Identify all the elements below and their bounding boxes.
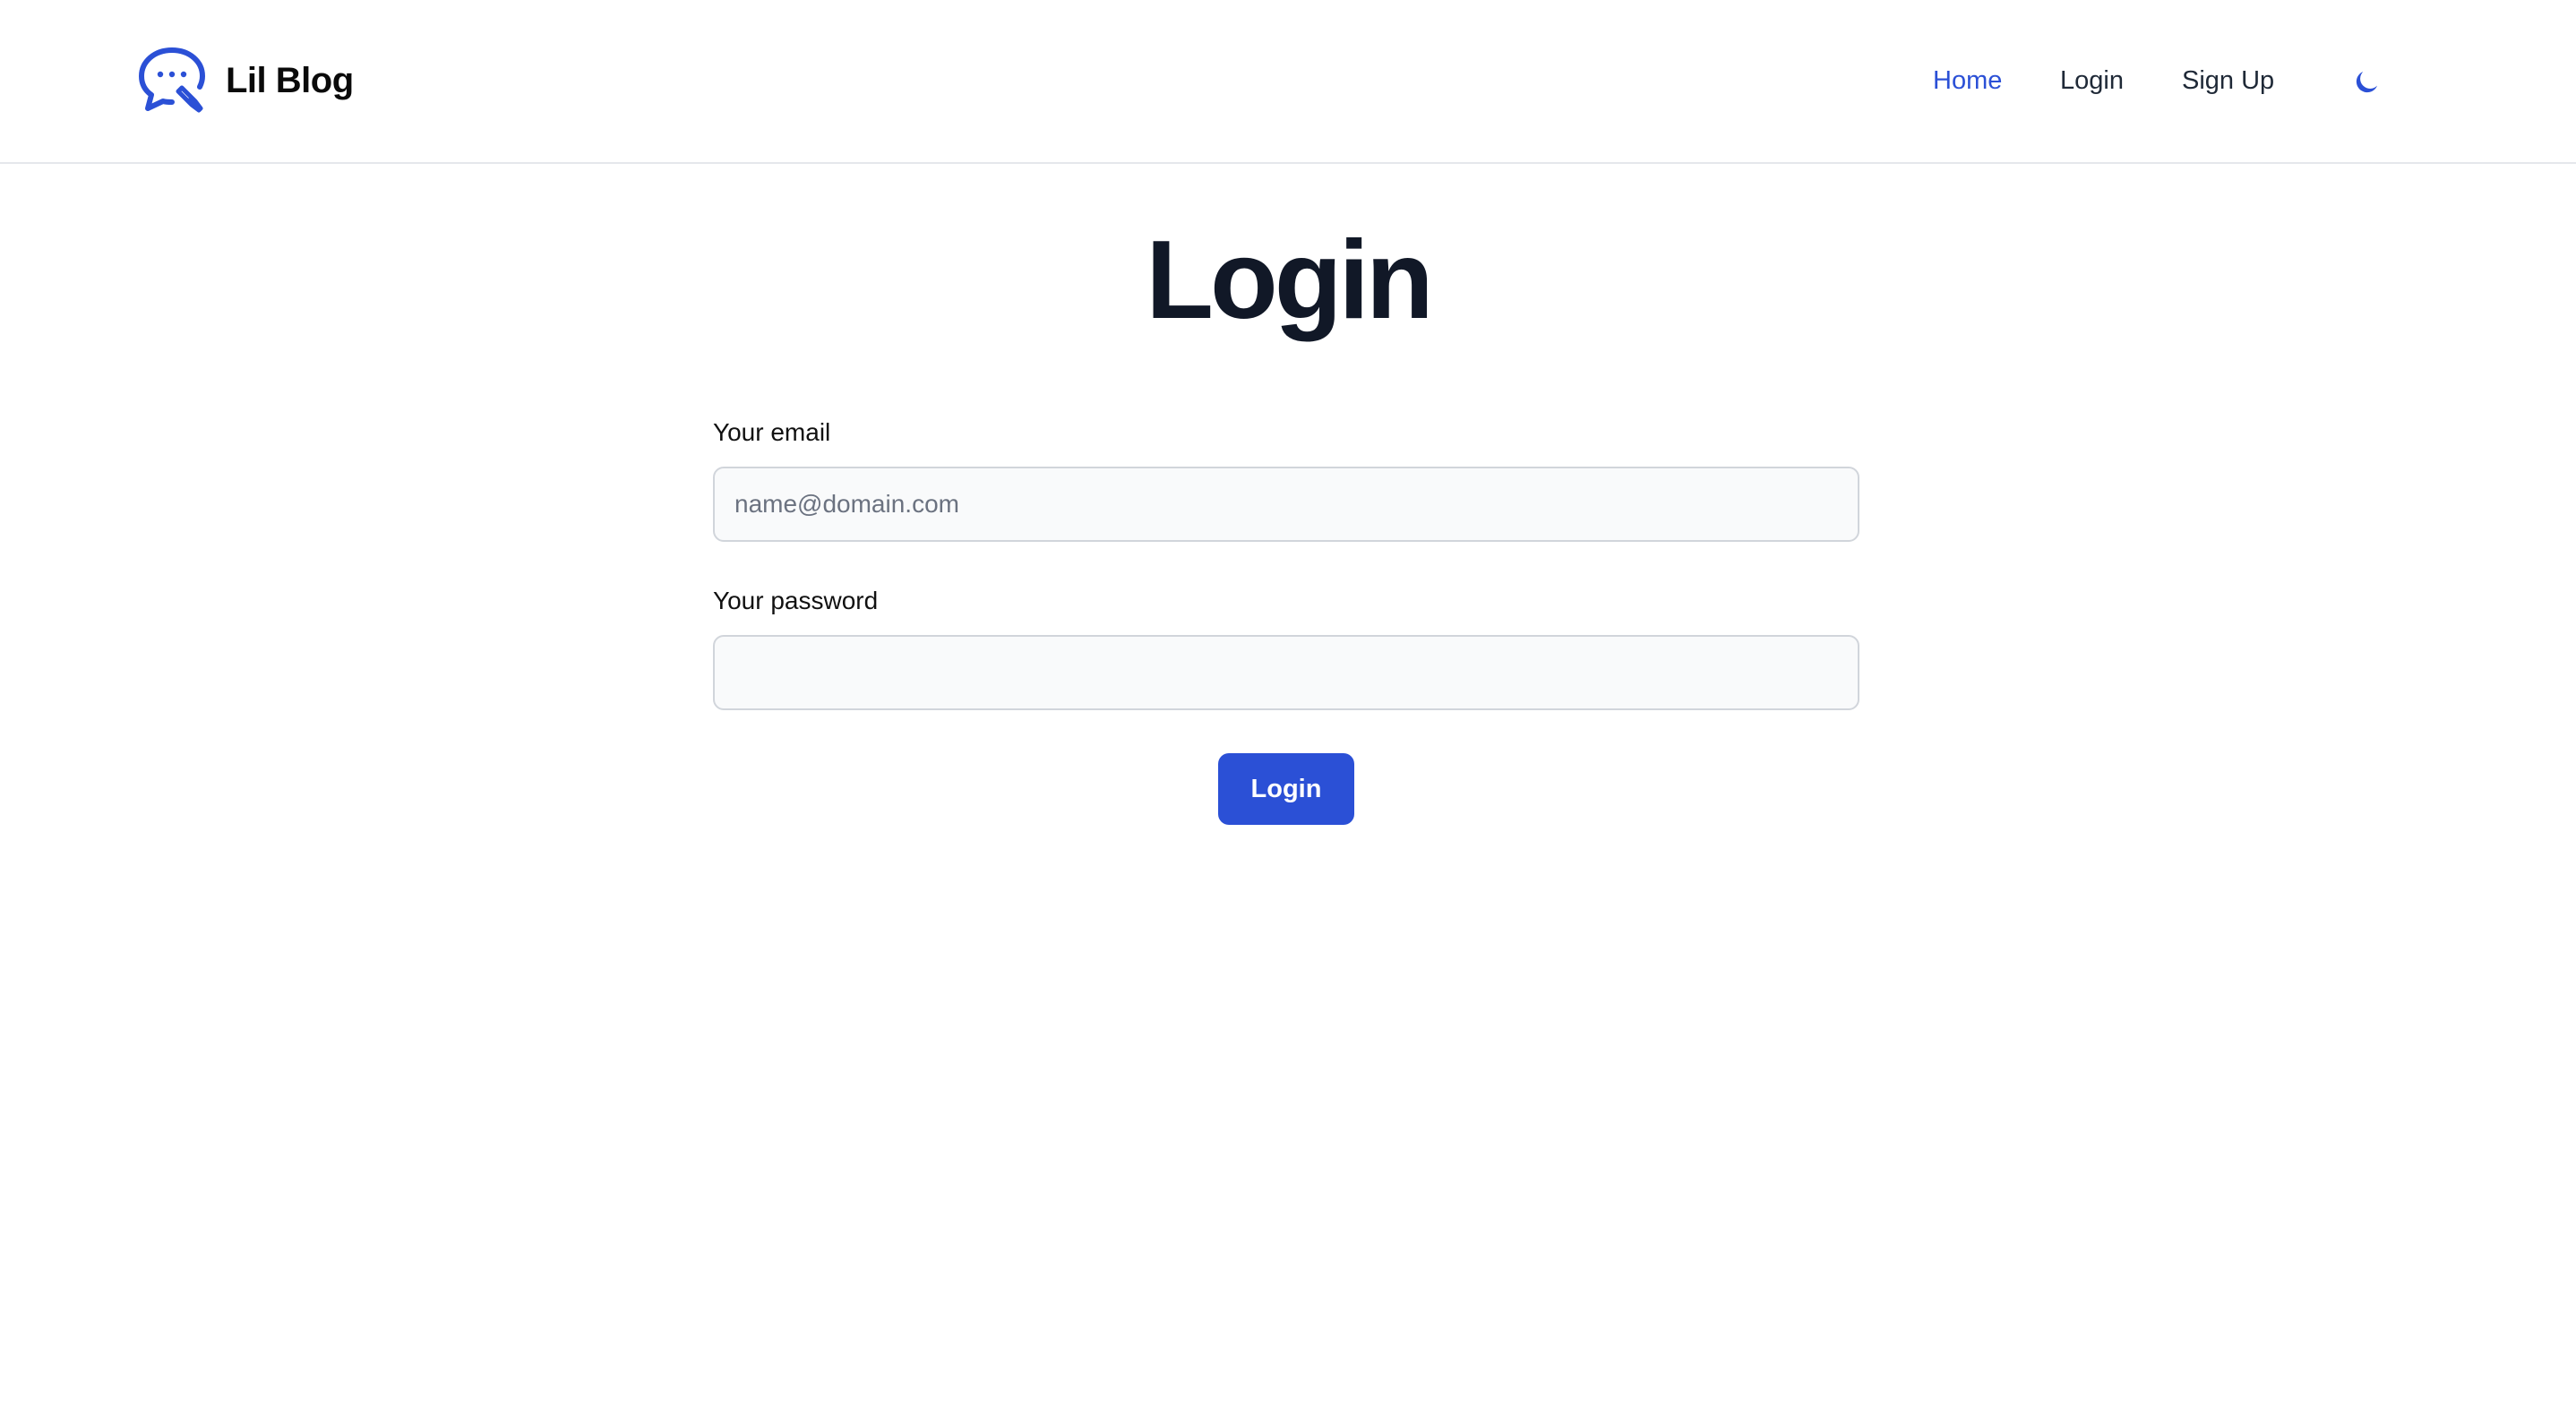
submit-row: Login <box>713 753 1859 825</box>
nav-signup-link[interactable]: Sign Up <box>2182 64 2274 97</box>
nav-home-link[interactable]: Home <box>1933 64 2002 97</box>
moon-icon <box>2356 71 2378 93</box>
email-field[interactable] <box>713 467 1859 542</box>
login-button[interactable]: Login <box>1218 753 1354 825</box>
password-label: Your password <box>713 587 879 614</box>
page-title: Login <box>1146 219 1433 342</box>
site-header: Lil Blog Home Login Sign Up <box>0 0 2576 164</box>
theme-toggle-button[interactable] <box>2347 63 2386 102</box>
email-label: Your email <box>713 418 831 446</box>
login-form: Your email Your password Login <box>713 416 1859 825</box>
password-field[interactable] <box>713 635 1859 710</box>
nav-login-link[interactable]: Login <box>2060 64 2124 97</box>
main-nav: Home Login Sign Up <box>0 64 2576 100</box>
